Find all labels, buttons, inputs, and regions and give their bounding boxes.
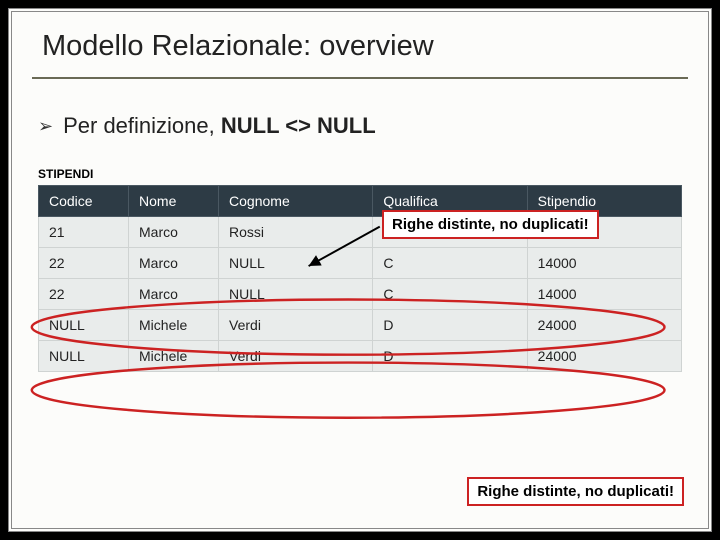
table-row: 22 Marco NULL C 14000 [39, 279, 682, 310]
cell: 14000 [527, 279, 681, 310]
bullet-strong: NULL <> NULL [221, 113, 376, 138]
cell: 14000 [527, 248, 681, 279]
cell: NULL [39, 310, 129, 341]
cell: D [373, 341, 527, 372]
cell: 22 [39, 248, 129, 279]
th-nome: Nome [129, 186, 219, 217]
cell: NULL [219, 248, 373, 279]
cell: 24000 [527, 310, 681, 341]
callout-top: Righe distinte, no duplicati! [382, 210, 599, 239]
cell: 24000 [527, 341, 681, 372]
cell: C [373, 248, 527, 279]
th-cognome: Cognome [219, 186, 373, 217]
callout-bottom: Righe distinte, no duplicati! [467, 477, 684, 506]
slide: Modello Relazionale: overview ➢ Per defi… [8, 8, 712, 532]
cell: D [373, 310, 527, 341]
cell: Marco [129, 248, 219, 279]
bullet-text: Per definizione, NULL <> NULL [63, 113, 376, 139]
cell: Rossi [219, 217, 373, 248]
table-row: NULL Michele Verdi D 24000 [39, 310, 682, 341]
page-title: Modello Relazionale: overview [32, 26, 688, 79]
cell: Marco [129, 279, 219, 310]
table-title: STIPENDI [38, 167, 682, 181]
cell: NULL [219, 279, 373, 310]
cell: Michele [129, 341, 219, 372]
callout-bottom-text: Righe distinte, no duplicati! [477, 483, 674, 500]
cell: 22 [39, 279, 129, 310]
cell: NULL [39, 341, 129, 372]
th-codice: Codice [39, 186, 129, 217]
cell: Verdi [219, 310, 373, 341]
cell: Michele [129, 310, 219, 341]
bullet-prefix: Per definizione, [63, 113, 221, 138]
callout-top-text: Righe distinte, no duplicati! [392, 216, 589, 233]
table-row: NULL Michele Verdi D 24000 [39, 341, 682, 372]
bullet-line: ➢ Per definizione, NULL <> NULL [38, 113, 682, 139]
cell: Verdi [219, 341, 373, 372]
cell: 21 [39, 217, 129, 248]
triangle-bullet-icon: ➢ [38, 116, 53, 137]
cell: Marco [129, 217, 219, 248]
table-row: 22 Marco NULL C 14000 [39, 248, 682, 279]
cell: C [373, 279, 527, 310]
